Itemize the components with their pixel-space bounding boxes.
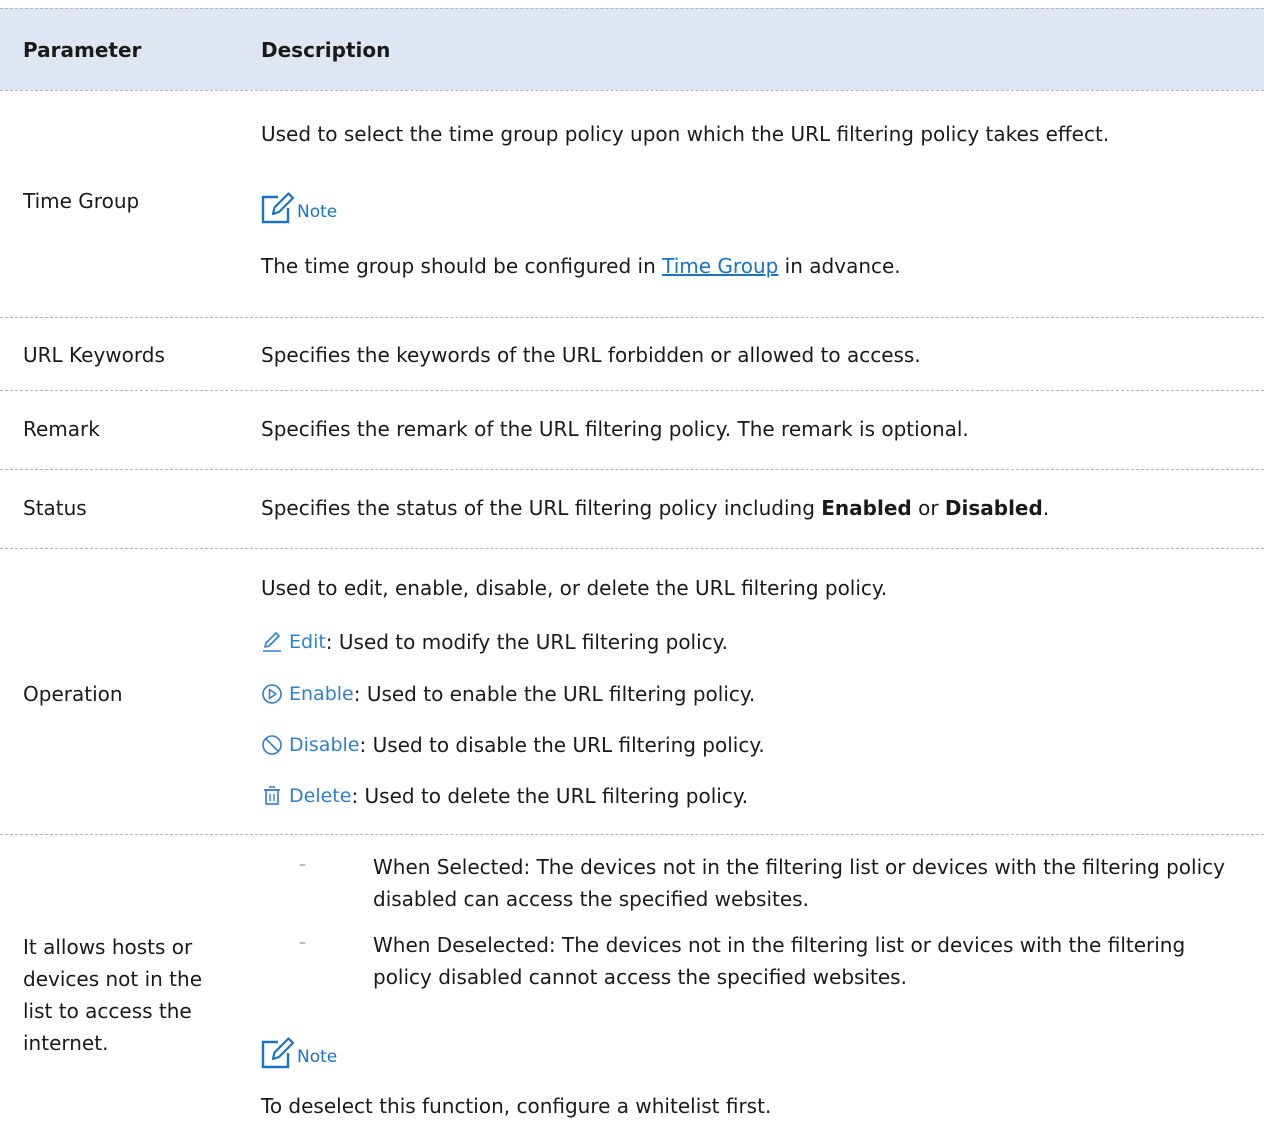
enable-desc: : Used to enable the URL filtering polic… — [353, 682, 756, 706]
note-allow: Note — [261, 1035, 337, 1069]
param-allow-others: It allows hosts or devices not in the li… — [23, 935, 202, 1055]
note-icon — [261, 192, 295, 224]
trash-icon — [264, 786, 280, 805]
table-row-url-keywords: URL Keywords Specifies the keywords of t… — [0, 317, 1264, 390]
op-delete-line: Delete : Used to delete the URL filterin… — [261, 784, 748, 808]
table-row-operation: Operation Used to edit, enable, disable,… — [0, 548, 1264, 834]
disable-button[interactable]: Disable — [261, 734, 359, 756]
selected-desc: When Selected: The devices not in the fi… — [373, 855, 1225, 911]
table-row-allow-others: It allows hosts or devices not in the li… — [0, 834, 1264, 1135]
edit-icon — [263, 632, 281, 652]
play-circle-icon — [262, 684, 282, 704]
note-icon — [261, 1037, 295, 1069]
delete-button[interactable]: Delete — [261, 785, 351, 807]
note-label: Note — [297, 202, 338, 222]
param-operation: Operation — [23, 682, 123, 706]
edit-button[interactable]: Edit — [261, 631, 326, 653]
deselected-desc: When Deselected: The devices not in the … — [373, 933, 1186, 989]
time-group-desc: Used to select the time group policy upo… — [261, 122, 1110, 146]
param-time-group: Time Group — [23, 189, 140, 213]
bullet-mark: – — [299, 935, 306, 951]
delete-desc: : Used to delete the URL filtering polic… — [351, 784, 749, 808]
header-description: Description — [261, 38, 391, 62]
table-row-remark: Remark Specifies the remark of the URL f… — [0, 390, 1264, 469]
allow-note-text: To deselect this function, configure a w… — [261, 1094, 772, 1118]
header-parameter: Parameter — [23, 38, 142, 62]
param-status: Status — [23, 496, 87, 520]
param-url-keywords: URL Keywords — [23, 343, 165, 367]
bullet-mark: – — [299, 857, 306, 873]
table-header: Parameter Description — [0, 8, 1264, 90]
time-group-link[interactable]: Time Group — [662, 254, 778, 278]
status-desc: Specifies the status of the URL filterin… — [261, 496, 1050, 520]
note-label: Note — [297, 1047, 338, 1067]
disable-desc: : Used to disable the URL filtering poli… — [359, 733, 765, 757]
edit-desc: : Used to modify the URL filtering polic… — [325, 630, 729, 654]
enable-button[interactable]: Enable — [261, 683, 354, 705]
operation-desc: Used to edit, enable, disable, or delete… — [261, 576, 888, 600]
url-keywords-desc: Specifies the keywords of the URL forbid… — [261, 343, 921, 367]
time-group-note-text: The time group should be configured in T… — [261, 254, 901, 278]
note-time-group: Note — [261, 190, 337, 224]
op-enable-line: Enable : Used to enable the URL filterin… — [261, 682, 755, 706]
parameter-table: Parameter Description Time Group Used to… — [0, 8, 1264, 1135]
op-disable-line: Disable : Used to disable the URL filter… — [261, 733, 765, 757]
op-edit-line: Edit : Used to modify the URL filtering … — [261, 630, 728, 654]
ban-icon — [262, 735, 282, 755]
remark-desc: Specifies the remark of the URL filterin… — [261, 417, 969, 441]
param-remark: Remark — [23, 417, 100, 441]
table-row-status: Status Specifies the status of the URL f… — [0, 469, 1264, 548]
table-row-time-group: Time Group Used to select the time group… — [0, 90, 1264, 317]
